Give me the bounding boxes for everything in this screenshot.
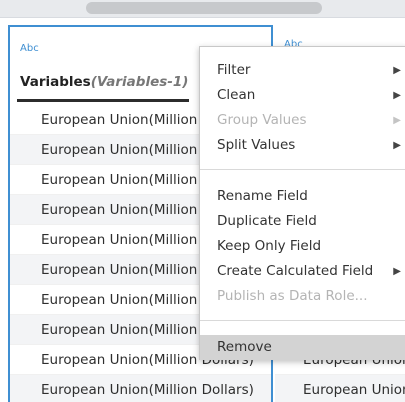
field-name: Variables: [20, 74, 91, 90]
menu-item-clean[interactable]: Clean ▶: [200, 83, 405, 108]
table-row[interactable]: European Union(Million Dollars): [275, 375, 405, 402]
menu-item-rename-field[interactable]: Rename Field: [200, 184, 405, 209]
field-title[interactable]: Variables(Variables-1): [20, 74, 188, 90]
table-row[interactable]: European Union(Million Dollars): [10, 375, 271, 402]
menu-item-label: Filter: [217, 62, 251, 78]
menu-divider: [200, 320, 405, 321]
menu-item-label: Group Values: [217, 112, 307, 128]
menu-item-label: Create Calculated Field: [217, 263, 374, 279]
menu-item-label: Duplicate Field: [217, 213, 317, 229]
menu-item-label: Keep Only Field: [217, 238, 322, 254]
menu-divider: [200, 169, 405, 170]
menu-item-label: Remove: [217, 339, 272, 355]
menu-item-label: Publish as Data Role...: [217, 288, 368, 304]
chevron-right-icon: ▶: [393, 90, 401, 101]
menu-item-label: Clean: [217, 87, 256, 103]
menu-item-split-values[interactable]: Split Values ▶: [200, 133, 405, 158]
menu-item-filter[interactable]: Filter ▶: [200, 58, 405, 83]
string-type-icon[interactable]: Abc: [20, 43, 39, 54]
menu-item-remove[interactable]: Remove: [200, 335, 405, 360]
menu-item-group-values: Group Values ▶: [200, 108, 405, 133]
field-title-underline: [17, 99, 189, 102]
field-context-menu: Filter ▶ Clean ▶ Group Values ▶ Split Va…: [199, 46, 405, 360]
menu-item-label: Rename Field: [217, 188, 308, 204]
menu-item-duplicate-field[interactable]: Duplicate Field: [200, 209, 405, 234]
menu-item-keep-only-field[interactable]: Keep Only Field: [200, 234, 405, 259]
menu-item-publish-as-data-role: Publish as Data Role...: [200, 284, 405, 309]
menu-item-create-calculated-field[interactable]: Create Calculated Field ▶: [200, 259, 405, 284]
scrollbar-thumb[interactable]: [86, 2, 322, 14]
chevron-right-icon: ▶: [393, 140, 401, 151]
field-source-name: (Variables-1): [90, 74, 189, 90]
chevron-right-icon: ▶: [393, 266, 401, 277]
chevron-right-icon: ▶: [393, 65, 401, 76]
chevron-right-icon: ▶: [393, 115, 401, 126]
horizontal-scrollbar[interactable]: [0, 0, 405, 18]
menu-item-label: Split Values: [217, 137, 296, 153]
